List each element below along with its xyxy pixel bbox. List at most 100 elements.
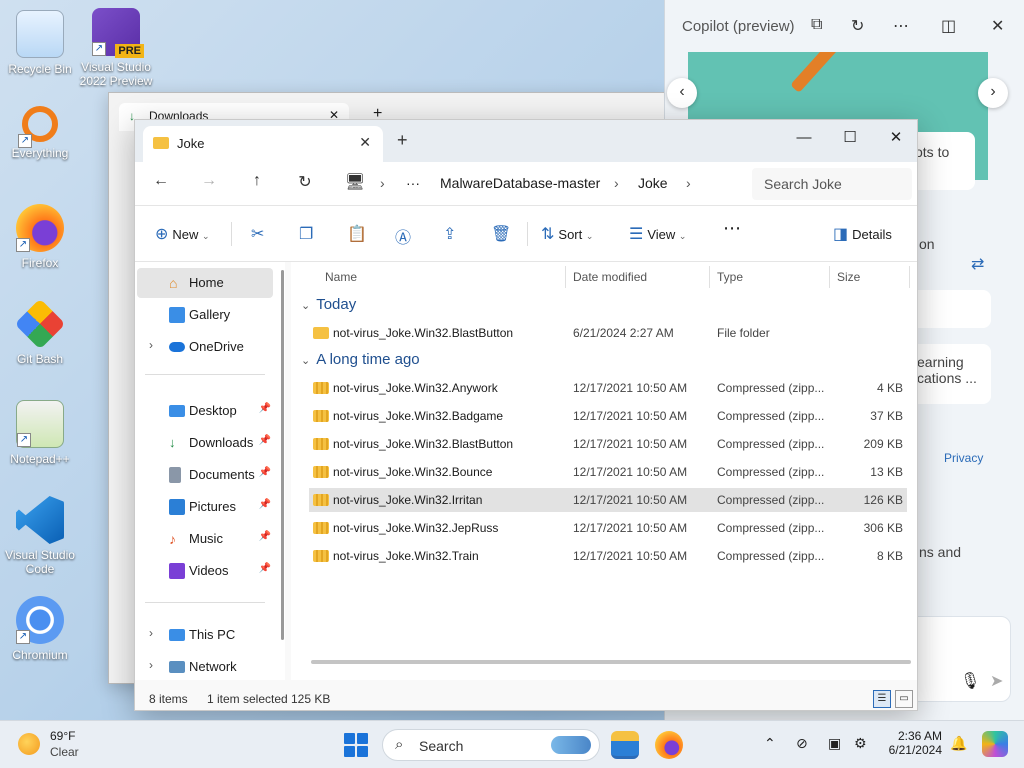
show-hidden-icons-chevron[interactable]: ⌃ [764,735,776,752]
breadcrumb-chevron-icon[interactable]: › [686,175,691,191]
back-button[interactable]: ← [147,172,175,196]
pin-icon[interactable]: 📌 [259,563,271,574]
column-divider[interactable] [565,266,566,288]
refresh-button[interactable]: ↻ [291,172,319,196]
new-tab-button[interactable]: + [397,130,408,151]
sidebar-item-network[interactable]: › Network [137,652,273,682]
pin-icon[interactable]: 📌 [259,499,271,510]
sidebar-item-music[interactable]: ♪ Music 📌 [137,524,273,554]
copilot-taskbar-icon[interactable] [982,731,1008,757]
microphone-icon[interactable]: 🎙 [960,671,980,691]
breadcrumb-overflow-button[interactable]: ··· [406,175,420,191]
sidebar-scrollbar[interactable] [281,270,284,640]
group-header-today[interactable]: ⌄ Today [301,296,356,313]
view-button[interactable]: ☰ View ⌄ [629,224,686,244]
open-external-icon[interactable]: ⧉ [811,16,822,34]
breadcrumb-item[interactable]: MalwareDatabase-master [440,175,600,191]
minimize-button[interactable]: — [781,124,827,152]
desktop-icon-git-bash[interactable]: Git Bash [2,298,78,366]
start-button[interactable] [344,733,368,757]
column-header-size[interactable]: Size [837,270,860,284]
column-divider[interactable] [829,266,830,288]
new-button[interactable]: ⊕ New ⌄ [155,224,210,244]
pin-icon[interactable]: 📌 [259,531,271,542]
tab-joke[interactable]: Joke ✕ [143,126,383,162]
desktop-icon-firefox[interactable]: ↗ Firefox [2,204,78,270]
column-divider[interactable] [909,266,910,288]
notification-bell-icon[interactable]: 🔔 [950,735,967,752]
maximize-button[interactable]: ☐ [827,124,873,152]
display-icon[interactable]: ▣ [828,735,841,752]
network-disconnected-icon[interactable]: ⊘ [796,735,808,752]
desktop-icon-visual-studio[interactable]: PRE ↗ Visual Studio 2022 Preview [78,8,154,88]
sidebar-item-onedrive[interactable]: › OneDrive [137,332,273,362]
search-input[interactable]: Search Joke [752,168,912,200]
pin-icon[interactable]: 📌 [259,467,271,478]
column-header-name[interactable]: Name [325,270,357,284]
send-icon[interactable]: ➤ [990,671,1003,691]
file-row[interactable]: not-virus_Joke.Win32.Train 12/17/2021 10:… [309,544,907,568]
refresh-icon[interactable]: ↻ [851,16,864,36]
copy-button[interactable]: ❐ [299,224,317,244]
pin-icon[interactable]: 📌 [259,403,271,414]
chevron-right-icon[interactable]: › [149,626,153,640]
close-tab-icon[interactable]: ✕ [359,134,371,151]
clock[interactable]: 2:36 AM 6/21/2024 [882,729,942,757]
details-view-icon[interactable]: ☰ [873,690,891,708]
file-row[interactable]: not-virus_Joke.Win32.BlastButton 6/21/202… [309,321,907,345]
pin-icon[interactable]: 📌 [259,435,271,446]
sync-icon[interactable]: ⇄ [971,254,984,274]
desktop-icon-label: Visual Studio 2022 Preview [79,60,153,88]
desktop-icon-vscode[interactable]: Visual Studio Code [2,496,78,576]
horizontal-scrollbar[interactable] [311,660,911,664]
sidebar-item-pictures[interactable]: Pictures 📌 [137,492,273,522]
details-button[interactable]: ◨ Details [833,224,892,244]
column-divider[interactable] [709,266,710,288]
desktop-icon-chromium[interactable]: ↗ Chromium [2,596,78,662]
sidebar-item-documents[interactable]: Documents 📌 [137,460,273,490]
firefox-taskbar-icon[interactable] [655,731,683,759]
file-row[interactable]: not-virus_Joke.Win32.Anywork 12/17/2021 1… [309,376,907,400]
split-view-icon[interactable]: ◫ [941,16,956,36]
taskbar-search[interactable]: ⌕ Search [382,729,600,761]
chevron-right-icon[interactable]: › [149,658,153,672]
forward-button[interactable]: → [195,172,223,196]
moon-icon [18,733,40,755]
cut-button[interactable]: ✂ [251,224,268,244]
privacy-link[interactable]: Privacy [944,451,983,465]
sidebar-item-gallery[interactable]: Gallery [137,300,273,330]
file-row[interactable]: not-virus_Joke.Win32.Bounce 12/17/2021 10… [309,460,907,484]
close-icon[interactable]: ✕ [991,16,1004,36]
more-options-button[interactable]: ⋯ [723,218,741,239]
rename-button[interactable]: Ⓐ [395,224,415,248]
group-header-long-ago[interactable]: ⌄ A long time ago [301,351,420,368]
sidebar-item-home[interactable]: ⌂ Home [137,268,273,298]
accessibility-icon[interactable]: ⚙ [854,735,867,752]
tiles-view-icon[interactable]: ▭ [895,690,913,708]
more-options-icon[interactable]: ⋯ [893,16,909,36]
chevron-right-icon[interactable]: › [149,338,153,352]
desktop-icon-everything[interactable]: ↗ Everything [2,106,78,160]
sidebar-item-this-pc[interactable]: › This PC [137,620,273,650]
carousel-next-button[interactable]: › [978,78,1008,108]
carousel-prev-button[interactable]: ‹ [667,78,697,108]
up-button[interactable]: ↑ [243,172,271,196]
desktop-icon-recycle-bin[interactable]: Recycle Bin [2,10,78,76]
share-button[interactable]: ⇪ [443,224,460,244]
paste-button[interactable]: 📋 [347,224,371,244]
close-window-button[interactable]: ✕ [873,124,917,152]
desktop-icon-notepad-plus-plus[interactable]: ↗ Notepad++ [2,400,78,466]
file-explorer-taskbar-icon[interactable] [611,731,639,759]
file-row[interactable]: not-virus_Joke.Win32.JepRuss 12/17/2021 1… [309,516,907,540]
file-row[interactable]: not-virus_Joke.Win32.Irritan 12/17/2021 1… [309,488,907,512]
file-row[interactable]: not-virus_Joke.Win32.Badgame 12/17/2021 1… [309,404,907,428]
column-header-type[interactable]: Type [717,270,743,284]
column-header-date[interactable]: Date modified [573,270,647,284]
sidebar-item-desktop[interactable]: Desktop 📌 [137,396,273,426]
breadcrumb-item[interactable]: Joke [638,175,668,191]
file-row[interactable]: not-virus_Joke.Win32.BlastButton 12/17/20… [309,432,907,456]
delete-button[interactable]: 🗑 [491,224,515,244]
sidebar-item-videos[interactable]: Videos 📌 [137,556,273,586]
sidebar-item-downloads[interactable]: ↓ Downloads 📌 [137,428,273,458]
sort-button[interactable]: ⇅ Sort ⌄ [541,224,593,244]
